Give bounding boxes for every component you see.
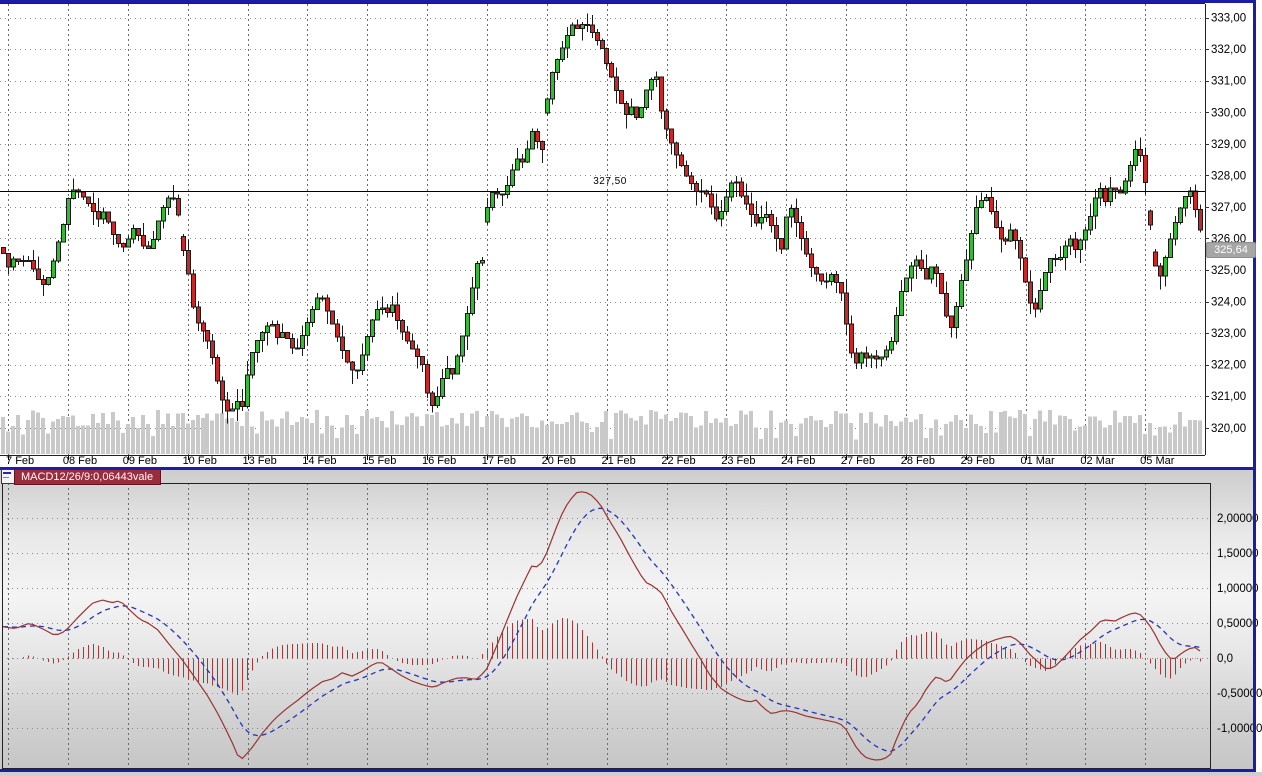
- date-axis-label: 28 Feb: [901, 455, 935, 467]
- date-axis-label: 05 Mar: [1140, 455, 1175, 467]
- macd-indicator-badge[interactable]: MACD12/26/9:0,06443vale: [14, 469, 161, 485]
- date-axis-label: 27 Feb: [841, 455, 875, 467]
- price-axis-label: 331,00: [1211, 76, 1246, 88]
- price-axis-label: 324,00: [1211, 297, 1246, 309]
- date-axis: 7 Feb 08 Feb 09 Feb 10 Feb 13 Feb 14 Feb 15 Fe…: [6, 455, 1175, 467]
- price-axis-label: 323,00: [1211, 328, 1246, 340]
- price-chart-area[interactable]: [0, 4, 1205, 455]
- date-axis-label: 29 Feb: [961, 455, 995, 467]
- date-axis-label: 17 Feb: [482, 455, 516, 467]
- window-bottom-strip: [0, 772, 1262, 776]
- date-axis-label: 16 Feb: [422, 455, 456, 467]
- date-axis-label: 22 Feb: [661, 455, 695, 467]
- date-axis-label: 08 Feb: [63, 455, 97, 467]
- price-axis: 333,00 332,00 331,00 330,00 329,00 328,00 327,…: [1205, 13, 1246, 435]
- date-axis-label: 09 Feb: [123, 455, 157, 467]
- date-axis-label: 23 Feb: [721, 455, 755, 467]
- horizontal-line-label[interactable]: 327,50: [580, 176, 640, 187]
- window-top-border: [0, 0, 1256, 3]
- price-axis-label: 329,00: [1211, 139, 1246, 151]
- panel-separator[interactable]: [0, 467, 1256, 470]
- date-axis-label: 15 Feb: [362, 455, 396, 467]
- date-axis-label: 14 Feb: [302, 455, 336, 467]
- indicator-window-icon[interactable]: [1, 469, 15, 484]
- date-axis-label: 02 Mar: [1080, 455, 1115, 467]
- price-axis-label: 333,00: [1211, 13, 1246, 25]
- price-axis-label: 320,00: [1211, 423, 1246, 435]
- last-price-badge: 325,64: [1206, 242, 1256, 258]
- window-right-border: [1253, 0, 1256, 772]
- price-axis-label: 328,00: [1211, 170, 1246, 182]
- date-axis-label: 21 Feb: [601, 455, 635, 467]
- price-axis-label: 321,00: [1211, 391, 1246, 403]
- price-axis-label: 330,00: [1211, 107, 1246, 119]
- date-axis-label: 13 Feb: [242, 455, 276, 467]
- macd-chart-area[interactable]: [2, 483, 1210, 768]
- macd-axis-label: 0,0: [1217, 653, 1233, 665]
- date-axis-label: 20 Feb: [542, 455, 576, 467]
- chart-canvas[interactable]: 333,00 332,00 331,00 330,00 329,00 328,00 327,…: [0, 0, 1262, 776]
- date-axis-label: 10 Feb: [183, 455, 217, 467]
- price-axis-label: 325,00: [1211, 265, 1246, 277]
- date-axis-label: 01 Mar: [1020, 455, 1055, 467]
- price-axis-label: 322,00: [1211, 360, 1246, 372]
- date-axis-label: 7 Feb: [6, 455, 34, 467]
- price-axis-label: 327,00: [1211, 202, 1246, 214]
- price-axis-label: 332,00: [1211, 44, 1246, 56]
- date-axis-label: 24 Feb: [781, 455, 815, 467]
